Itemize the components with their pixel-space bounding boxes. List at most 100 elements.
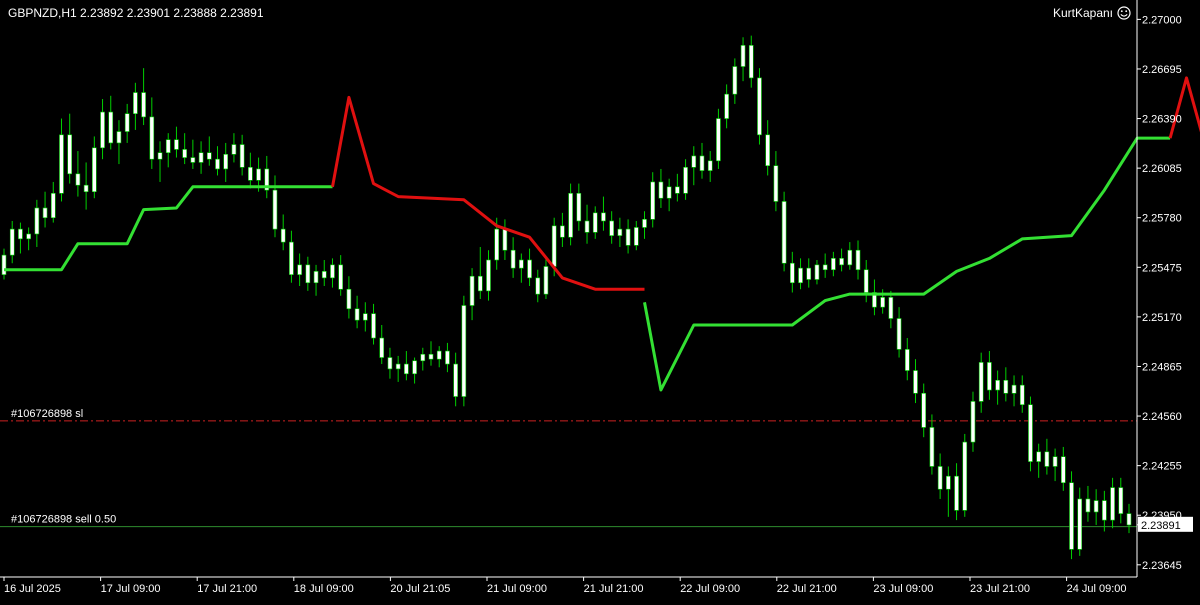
candle-body	[338, 264, 343, 290]
y-tick-label: 2.26390	[1142, 114, 1182, 126]
candle-body	[26, 233, 31, 240]
candle-body	[880, 297, 885, 308]
candle-body	[231, 144, 237, 155]
candle-body	[395, 363, 401, 370]
candle-body	[740, 45, 746, 67]
candle-body	[1110, 487, 1115, 521]
candle-body	[100, 111, 105, 149]
candle-body	[732, 66, 738, 95]
candle-body	[519, 259, 524, 269]
candle-body	[929, 427, 935, 467]
candle-body	[1019, 384, 1025, 405]
candle-body	[625, 228, 631, 246]
y-tick-label: 2.23645	[1142, 560, 1182, 572]
x-tick-label: 23 Jul 21:00	[970, 583, 1030, 595]
chart-window[interactable]: #106726898 sl #106726898 sell 0.50 2.2700…	[0, 0, 1200, 600]
candle-body	[970, 401, 976, 443]
candle-body	[576, 193, 582, 222]
candle-body	[1, 254, 7, 275]
candle-body	[806, 267, 812, 280]
candle-body	[633, 227, 639, 246]
candle-body	[75, 173, 81, 186]
candle-body	[141, 92, 146, 118]
x-tick-label: 21 Jul 09:00	[487, 583, 547, 595]
candle-body	[995, 379, 1000, 391]
candle-body	[256, 168, 261, 181]
candle-body	[535, 277, 541, 295]
candle-body	[157, 152, 163, 160]
candle-body	[453, 363, 458, 397]
symbol-info: GBPNZD,H1 2.23892 2.23901 2.23888 2.2389…	[8, 6, 264, 20]
y-tick-label: 2.25475	[1142, 262, 1182, 274]
y-tick-label: 2.24255	[1142, 461, 1182, 473]
candle-body	[1028, 404, 1033, 462]
candle-body	[1077, 498, 1083, 550]
candle-body	[133, 92, 138, 114]
candle-body	[404, 363, 409, 375]
candle	[757, 68, 762, 145]
candle-body	[206, 152, 212, 160]
candle-body	[346, 288, 352, 310]
candle-body	[683, 167, 688, 194]
candle-body	[116, 131, 122, 144]
candle-body	[937, 466, 943, 490]
candle-body	[831, 258, 836, 271]
candle-body	[1102, 500, 1107, 521]
candle-body	[305, 264, 311, 284]
candle-body	[847, 249, 853, 266]
candle-body	[1069, 482, 1074, 550]
candle-body	[215, 158, 220, 170]
y-tick-label: 2.26085	[1142, 163, 1182, 175]
candle	[461, 295, 467, 407]
candle-body	[716, 118, 721, 162]
candle-body	[50, 193, 56, 219]
candle-body	[666, 186, 672, 199]
x-tick-label: 17 Jul 21:00	[197, 583, 257, 595]
candle-body	[839, 258, 844, 266]
candle-body	[1003, 379, 1009, 394]
candle-body	[198, 152, 204, 163]
candle-body	[248, 167, 253, 181]
candle-body	[748, 45, 754, 79]
candle-body	[174, 139, 179, 150]
candle-body	[321, 271, 327, 279]
current-price-label: 2.23891	[1141, 520, 1181, 532]
y-tick-label: 2.27000	[1142, 14, 1182, 26]
candle-body	[428, 353, 434, 360]
candle-body	[707, 160, 713, 171]
candle-body	[387, 357, 393, 370]
candle-body	[190, 157, 196, 163]
candle-body	[584, 220, 590, 233]
account-name: KurtKapanı	[1053, 6, 1113, 20]
candle-body	[371, 313, 376, 339]
candle-body	[568, 193, 573, 238]
candle-body	[363, 313, 368, 321]
price-chart[interactable]: #106726898 sl #106726898 sell 0.50 2.2700…	[0, 0, 1200, 600]
candle-body	[781, 201, 787, 264]
candle-body	[436, 350, 442, 360]
y-tick-label: 2.24865	[1142, 361, 1182, 373]
candle-body	[469, 275, 475, 306]
candle-body	[494, 228, 500, 261]
candle-body	[527, 259, 532, 279]
candle-body	[896, 318, 902, 350]
candle-body	[18, 228, 23, 240]
candle-body	[477, 275, 483, 292]
candle-body	[1093, 500, 1099, 513]
x-tick-label: 22 Jul 21:00	[777, 583, 837, 595]
candle-body	[921, 392, 927, 428]
candle-body	[765, 134, 770, 166]
candle-body	[543, 266, 549, 295]
y-tick-label: 2.25780	[1142, 213, 1182, 225]
candle-body	[855, 249, 861, 271]
candle-body	[609, 220, 614, 236]
candle-body	[798, 267, 803, 284]
candle-body	[313, 271, 319, 284]
candle-body	[83, 184, 89, 193]
candle	[781, 191, 787, 272]
x-tick-label: 20 Jul 21:05	[390, 583, 450, 595]
x-tick-label: 18 Jul 09:00	[294, 583, 354, 595]
candle-body	[124, 113, 130, 132]
x-tick-label: 17 Jul 09:00	[101, 583, 161, 595]
candle-body	[486, 259, 491, 292]
